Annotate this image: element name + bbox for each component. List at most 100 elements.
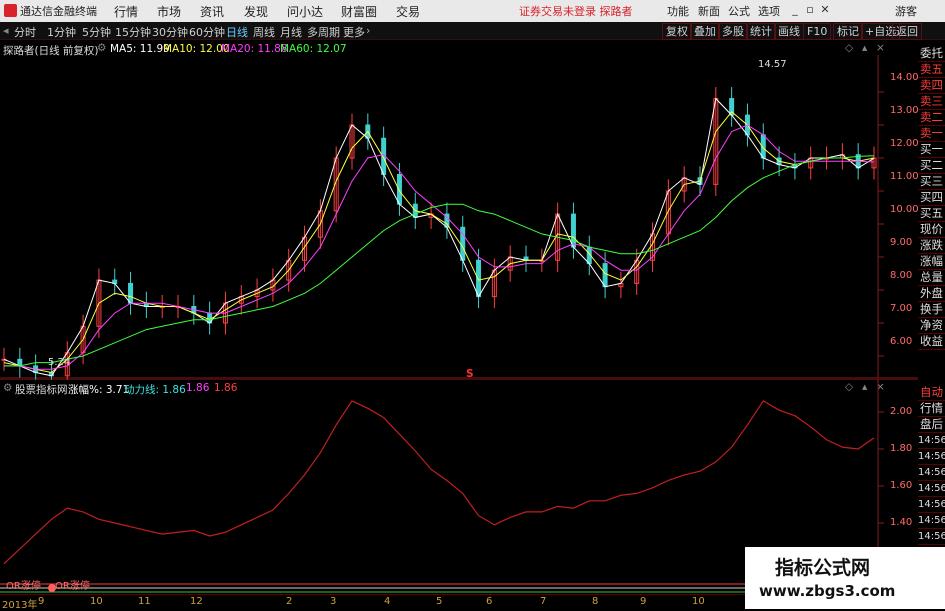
low-price-label: 5.24 [48,357,71,368]
ind-tick-2.00: 2.00 [890,406,913,417]
period-monthly[interactable]: 月线 [280,24,302,40]
close-icon[interactable]: ✕ [818,2,832,18]
side-huanshou[interactable]: 换手 [918,302,945,318]
price-tick-8: 8.00 [890,270,913,281]
side-buy3[interactable]: 买三 [918,174,945,190]
time-m9b: 9 [640,596,647,607]
tool-huaxian[interactable]: 画线 [774,23,804,40]
ma-line-ma10 [3,111,875,374]
candle-body [476,259,482,298]
tool-fuquan[interactable]: 复权 [662,23,692,40]
app-title: 通达信金融终端 [20,5,97,18]
menu-hangqing[interactable]: 行情 [114,3,138,20]
time-m3: 3 [330,596,337,607]
guest-user[interactable]: 游客 [895,3,917,19]
period-toolbar: ◂ 分时 1分钟 5分钟 15分钟 30分钟 60分钟 日线 周线 月线 多周期… [0,22,945,40]
watermark-url: www.zbgs3.com [759,582,896,600]
side-zhangdie[interactable]: 涨跌 [918,238,945,254]
time-m10b: 10 [692,596,705,607]
price-tick-7: 7.00 [890,303,913,314]
period-5min[interactable]: 5分钟 [82,24,111,40]
period-60min[interactable]: 60分钟 [189,24,225,40]
side-shouyi[interactable]: 收益 [918,334,945,350]
side-jingzi[interactable]: 净资 [918,318,945,334]
side-buy5[interactable]: 买五 [918,206,945,222]
side-buy1[interactable]: 买一 [918,142,945,158]
or-zt-label-2: OR涨停 [55,581,90,592]
period-1min[interactable]: 1分钟 [47,24,76,40]
tool-tongji[interactable]: 统计 [746,23,776,40]
time-m11: 11 [138,596,151,607]
candle-body [396,174,402,205]
side-waipan[interactable]: 外盘 [918,286,945,302]
time-m7: 7 [540,596,547,607]
side-sell5[interactable]: 卖五 [918,62,945,78]
price-tick-13: 13.00 [890,105,919,116]
price-tick-11: 11.00 [890,171,919,182]
side-hangqing[interactable]: 行情 [918,401,945,417]
side-time-4: 14:56 [918,481,945,497]
menu-xinmian[interactable]: 新面 [698,3,720,19]
side-zidong[interactable]: 自动 [918,385,945,401]
menu-gongneng[interactable]: 功能 [667,3,689,19]
dongli-line [3,400,875,565]
candle-body [602,263,608,288]
side-time-3: 14:56 [918,465,945,481]
tool-fanhui[interactable]: 返回 [892,23,922,40]
price-tick-12: 12.00 [890,138,919,149]
period-daily[interactable]: 日线 [226,24,248,40]
side-sell1[interactable]: 卖一 [918,126,945,142]
menu-shichang[interactable]: 市场 [157,3,181,20]
menu-wenxiaoda[interactable]: 问小达 [287,3,323,20]
period-more[interactable]: 更多 [343,24,365,40]
price-tick-9: 9.00 [890,237,913,248]
period-fenshi[interactable]: 分时 [14,24,36,40]
time-m8: 8 [592,596,599,607]
ma-line-ma20 [4,124,875,370]
tool-biaoji[interactable]: 标记 [833,23,863,40]
side-zongliang[interactable]: 总量 [918,270,945,286]
period-multi[interactable]: 多周期 [307,24,340,40]
period-15min[interactable]: 15分钟 [115,24,151,40]
title-bar: 通达信金融终端 行情 市场 资讯 发现 问小达 财富圈 交易 证券交易未登录 探… [0,0,945,23]
watermark-title: 指标公式网 [775,557,871,579]
period-weekly[interactable]: 周线 [253,24,275,40]
side-buy2[interactable]: 买二 [918,158,945,174]
price-chart [0,55,918,380]
menu-zixun[interactable]: 资讯 [200,3,224,20]
more-arrow-icon[interactable]: › [366,24,370,37]
side-zhangfu[interactable]: 涨幅 [918,254,945,270]
time-m12: 12 [190,596,203,607]
tool-duogu[interactable]: 多股 [718,23,748,40]
login-status: 证券交易未登录 探路者 [519,5,633,18]
ind-tick-1.40: 1.40 [890,517,913,528]
minimize-icon[interactable]: _ [788,2,802,18]
ind-tick-1.80: 1.80 [890,443,913,454]
price-tick-10: 10.00 [890,204,919,215]
period-30min[interactable]: 30分钟 [152,24,188,40]
side-sell3[interactable]: 卖三 [918,94,945,110]
side-weituo[interactable]: 委托 [918,46,945,62]
menu-xuanxiang[interactable]: 选项 [758,3,780,19]
side-panhou[interactable]: 盘后 [918,417,945,433]
side-sell4[interactable]: 卖四 [918,78,945,94]
tool-diejia[interactable]: 叠加 [690,23,720,40]
time-m6: 6 [486,596,493,607]
side-xianjia[interactable]: 现价 [918,222,945,238]
candle-body [128,282,134,304]
menu-caifuquan[interactable]: 财富圈 [341,3,377,20]
indicator-lines [3,400,884,565]
or-zt-label-1: OR涨停 [6,581,41,592]
side-time-2: 14:56 [918,449,945,465]
ma-line-ma60 [4,155,875,367]
menu-gongshi[interactable]: 公式 [728,3,750,19]
side-sell2[interactable]: 卖二 [918,110,945,126]
restore-icon[interactable]: ▫ [803,2,817,18]
menu-faxian[interactable]: 发现 [244,3,268,20]
tool-f10[interactable]: F10 [803,23,832,40]
menu-jiaoyi[interactable]: 交易 [396,3,420,20]
price-tick-14: 14.00 [890,72,919,83]
time-m4: 4 [384,596,391,607]
period-arrow-icon[interactable]: ◂ [3,24,9,37]
side-buy4[interactable]: 买四 [918,190,945,206]
